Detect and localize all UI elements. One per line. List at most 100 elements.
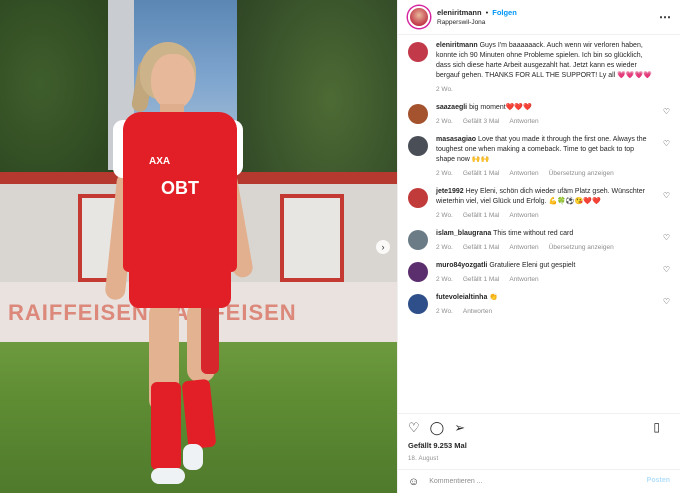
commenter-username[interactable]: jete1992 [436,188,464,195]
comment-message: Hey Eleni, schön dich wieder ufäm Platz … [436,188,645,205]
commenter-avatar[interactable] [408,136,428,156]
post-comment-button[interactable]: Posten [647,477,670,484]
comment-text: islam_blaugrana This time without red ca… [436,229,654,239]
more-options-icon[interactable]: ⋯ [659,10,671,24]
player-tape [201,302,219,374]
comment-body: muro84yozgatli Gratuliere Eleni gut gesp… [436,261,670,283]
caption-comment: eleniritmann Guys I'm baaaaaack. Auch we… [408,41,670,93]
post-modal: RAIFFEISEN RAIFFEISEN AXA OBT › elenirit… [0,0,680,493]
commenter-username[interactable]: masasagiao [436,136,476,143]
comment-text: jete1992 Hey Eleni, schön dich wieder uf… [436,187,654,207]
comment-body: islam_blaugrana This time without red ca… [436,229,670,251]
post-header: eleniritmann • Folgen Rapperswil-Jona ⋯ [398,0,680,35]
next-image-button[interactable]: › [376,240,390,254]
comment-body: saazaegli big moment❤️❤️❤️ 2 Wo. Gefällt 3… [436,103,670,125]
commenter-avatar[interactable] [408,188,428,208]
comment-text: masasagiao Love that you made it through… [436,135,654,165]
translate-button[interactable]: Übersetzung anzeigen [549,244,614,251]
post-side-panel: eleniritmann • Folgen Rapperswil-Jona ⋯ … [397,0,680,493]
comment-time: 2 Wo. [436,308,453,315]
likes-count[interactable]: Gefällt 9.253 Mal [398,441,680,453]
comment-like-icon[interactable]: ♡ [663,265,670,274]
commenter-avatar[interactable] [408,104,428,124]
comments-list: eleniritmann Guys I'm baaaaaack. Auch we… [398,35,680,413]
comment-text: eleniritmann Guys I'm baaaaaack. Auch we… [436,41,654,81]
author-line: eleniritmann • Folgen [437,8,517,17]
author-info: eleniritmann • Folgen Rapperswil-Jona [437,8,517,26]
comment-item: muro84yozgatli Gratuliere Eleni gut gesp… [408,261,670,283]
player-shorts [129,266,231,308]
player-shoe-right [183,444,203,470]
comment-input[interactable] [429,478,610,485]
comment-text: muro84yozgatli Gratuliere Eleni gut gesp… [436,261,654,271]
comment-icon[interactable]: ◯ [430,421,445,434]
action-bar: ♡ ◯ ➢ ▯ [398,413,680,441]
author-avatar[interactable] [408,6,430,28]
commenter-avatar[interactable] [408,42,428,62]
reply-button[interactable]: Antworten [509,118,538,125]
comment-meta: 2 Wo. Gefällt 1 Mal Antworten [436,276,654,283]
comment-item: masasagiao Love that you made it through… [408,135,670,177]
comment-meta: 2 Wo. Gefällt 3 Mal Antworten [436,118,654,125]
author-username[interactable]: eleniritmann [437,8,482,17]
player-figure: AXA OBT [104,40,255,493]
comment-meta: 2 Wo. Gefällt 1 Mal Antworten [436,212,654,219]
comment-like-icon[interactable]: ♡ [663,233,670,242]
comment-message: 👏 [489,294,499,301]
reply-button[interactable]: Antworten [509,212,538,219]
comment-like-icon[interactable]: ♡ [663,297,670,306]
post-location[interactable]: Rapperswil-Jona [437,19,517,26]
post-photo: RAIFFEISEN RAIFFEISEN AXA OBT › [0,0,397,493]
comment-item: jete1992 Hey Eleni, schön dich wieder uf… [408,187,670,219]
comment-like-icon[interactable]: ♡ [663,139,670,148]
comment-text: futevoleialtinha 👏 [436,293,654,303]
comment-message: This time without red card [493,230,574,237]
comment-meta: 2 Wo. Gefällt 1 Mal Antworten Übersetzung a… [436,170,654,177]
commenter-username[interactable]: islam_blaugrana [436,230,491,237]
comment-body: jete1992 Hey Eleni, schön dich wieder uf… [436,187,670,219]
translate-button[interactable]: Übersetzung anzeigen [549,170,614,177]
comment-likes[interactable]: Gefällt 1 Mal [463,212,500,219]
comment-body: futevoleialtinha 👏 2 Wo. Antworten [436,293,670,315]
commenter-avatar[interactable] [408,230,428,250]
comment-time: 2 Wo. [436,86,453,93]
comment-meta: 2 Wo. Antworten [436,308,654,315]
comment-likes[interactable]: Gefällt 1 Mal [463,276,500,283]
emoji-icon[interactable]: ☺ [408,476,419,488]
comment-message: Gratuliere Eleni gut gespielt [489,262,576,269]
commenter-avatar[interactable] [408,294,428,314]
post-date: 18. August [408,456,439,462]
comment-likes[interactable]: Gefällt 1 Mal [463,170,500,177]
comment-time: 2 Wo. [436,244,453,251]
comment-meta: 2 Wo. [436,86,654,93]
player-sock-left [151,382,181,470]
player-face [151,54,195,110]
share-icon[interactable]: ➢ [454,421,465,434]
comment-body: masasagiao Love that you made it through… [436,135,670,177]
comment-body: eleniritmann Guys I'm baaaaaack. Auch we… [436,41,670,93]
comment-like-icon[interactable]: ♡ [663,191,670,200]
commenter-avatar[interactable] [408,262,428,282]
reply-button[interactable]: Antworten [509,170,538,177]
reply-button[interactable]: Antworten [509,276,538,283]
comment-text: saazaegli big moment❤️❤️❤️ [436,103,654,113]
follow-button[interactable]: Folgen [492,8,517,17]
reply-button[interactable]: Antworten [463,308,492,315]
comment-item: futevoleialtinha 👏 2 Wo. Antworten ♡ [408,293,670,315]
comment-item: islam_blaugrana This time without red ca… [408,229,670,251]
commenter-username[interactable]: muro84yozgatli [436,262,487,269]
comment-likes[interactable]: Gefällt 3 Mal [463,118,500,125]
comment-likes[interactable]: Gefällt 1 Mal [463,244,500,251]
comment-time: 2 Wo. [436,212,453,219]
commenter-username[interactable]: futevoleialtinha [436,294,487,301]
jersey-sponsor: OBT [161,178,199,198]
save-icon[interactable]: ▯ [653,421,660,433]
comment-like-icon[interactable]: ♡ [663,107,670,116]
reply-button[interactable]: Antworten [509,244,538,251]
comment-meta: 2 Wo. Gefällt 1 Mal Antworten Übersetzung a… [436,244,654,251]
commenter-username[interactable]: eleniritmann [436,42,478,49]
commenter-username[interactable]: saazaegli [436,104,467,111]
like-icon[interactable]: ♡ [408,421,420,434]
comment-time: 2 Wo. [436,118,453,125]
comment-item: saazaegli big moment❤️❤️❤️ 2 Wo. Gefällt 3… [408,103,670,125]
